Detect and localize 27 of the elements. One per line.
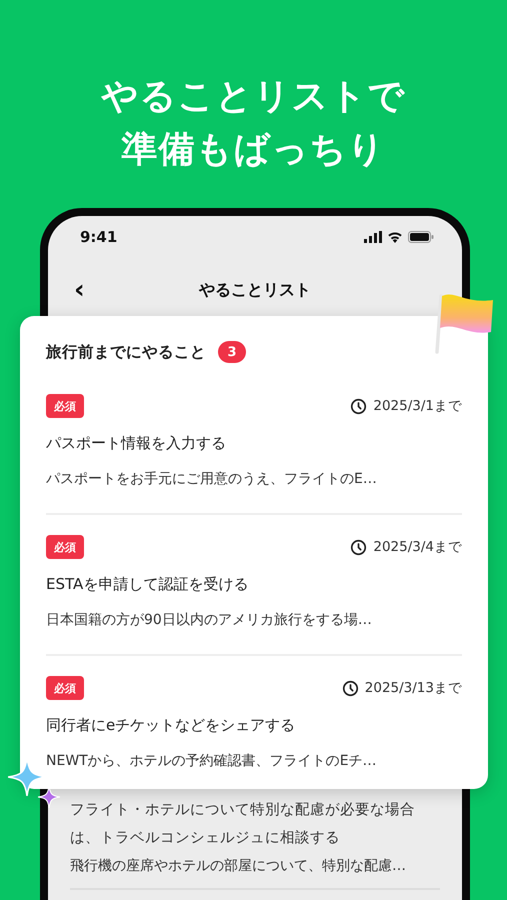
task-title: フライト・ホテルについて特別な配慮が必要な場合は、トラベルコンシェルジュに相談する	[70, 801, 416, 848]
due-date: 2025/3/4まで	[373, 538, 462, 556]
status-time: 9:41	[80, 228, 118, 246]
due-date: 2025/3/1まで	[373, 397, 462, 415]
battery-icon	[408, 231, 434, 243]
required-tag: 必須	[46, 394, 84, 418]
task-description: 日本国籍の方が90日以内のアメリカ旅行をする場…	[46, 611, 373, 630]
headline: やることリストで	[102, 75, 406, 119]
clock-icon	[350, 398, 368, 414]
required-tag: 必須	[46, 535, 84, 559]
back-button[interactable]: ‹	[74, 277, 85, 303]
task-title[interactable]: ESTAを申請して認証を受ける	[46, 573, 462, 595]
task-description: 飛行機の座席やホテルの部屋について、特別な配慮…	[70, 852, 440, 890]
task-description: パスポートをお手元にご用意のうえ、フライトのE…	[46, 470, 378, 489]
clock-icon	[350, 538, 368, 556]
signal-icon	[364, 231, 382, 243]
due-date: 2025/3/13まで	[364, 679, 462, 697]
section-title: 旅行前までにやること	[46, 342, 206, 362]
headline: 準備もばっちり	[122, 128, 386, 172]
required-tag: 必須	[46, 676, 84, 700]
task-description: NEWTから、ホテルの予約確認書、フライトのEチ…	[46, 752, 378, 771]
wifi-icon	[387, 231, 403, 243]
task-title[interactable]: パスポート情報を入力する	[46, 432, 462, 454]
clock-icon	[342, 680, 359, 696]
screen-title: やることリスト	[199, 280, 311, 300]
count-badge: 3	[218, 341, 246, 363]
task-title[interactable]: 同行者にeチケットなどをシェアする	[46, 714, 462, 736]
